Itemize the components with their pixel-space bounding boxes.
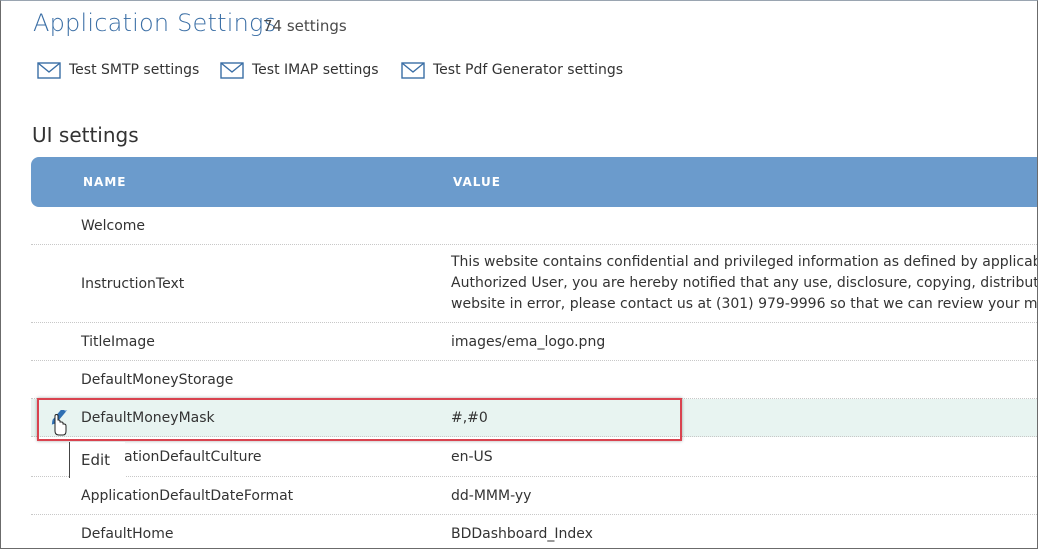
mail-icon [401,61,425,79]
setting-name: TitleImage [81,334,155,350]
settings-count: 74 settings [263,17,347,35]
column-header-value[interactable]: VALUE [453,175,501,189]
setting-value-line: website in error, please contact us at (… [451,296,1038,312]
setting-name: DefaultMoneyStorage [81,372,234,388]
mail-icon [220,61,244,79]
test-smtp-link[interactable]: Test SMTP settings [37,59,199,81]
edit-pencil-icon[interactable] [48,410,68,438]
setting-value-line: Authorized User, you are hereby notified… [451,275,1038,291]
setting-name: ApplicationDefaultDateFormat [81,488,294,504]
table-row[interactable]: Welcome [31,207,1037,245]
setting-value-line: This website contains confidential and p… [451,254,1038,270]
mail-icon [37,61,61,79]
setting-value: dd-MMM-yy [451,488,532,504]
table-row[interactable]: DefaultMoneyStorage [31,361,1037,399]
setting-value: #,#0 [451,410,488,426]
table-row[interactable]: ApplicationDefaultDateFormat dd-MMM-yy [31,477,1037,515]
table-header: NAME VALUE [31,157,1037,207]
table-row[interactable]: DefaultHome BDDashboard_Index [31,515,1037,548]
section-title: UI settings [32,123,139,147]
setting-value: BDDashboard_Index [451,526,593,542]
test-smtp-label: Test SMTP settings [69,62,200,78]
table-row[interactable]: ationDefaultCulture en-US [31,437,1037,477]
table-row[interactable]: InstructionText This website contains co… [31,245,1038,323]
test-imap-label: Test IMAP settings [252,62,379,78]
page-title: Application Settings [33,9,277,37]
setting-value: en-US [451,449,493,465]
setting-name: ationDefaultCulture [124,449,262,465]
test-imap-link[interactable]: Test IMAP settings [220,59,379,81]
table-row[interactable]: TitleImage images/ema_logo.png [31,323,1037,361]
edit-tooltip: Edit [69,442,125,478]
table-row-hovered[interactable]: DefaultMoneyMask #,#0 [31,399,1037,437]
setting-name: DefaultHome [81,526,174,542]
edit-tooltip-label: Edit [81,451,111,469]
test-pdf-generator-link[interactable]: Test Pdf Generator settings [401,59,623,81]
column-header-name[interactable]: NAME [83,175,126,189]
setting-name: Welcome [81,218,146,234]
setting-name: InstructionText [81,276,185,292]
test-pdf-generator-label: Test Pdf Generator settings [433,62,624,78]
setting-value: images/ema_logo.png [451,334,606,350]
app-window: Application Settings 74 settings Test SM… [0,0,1038,549]
setting-name: DefaultMoneyMask [81,410,215,426]
